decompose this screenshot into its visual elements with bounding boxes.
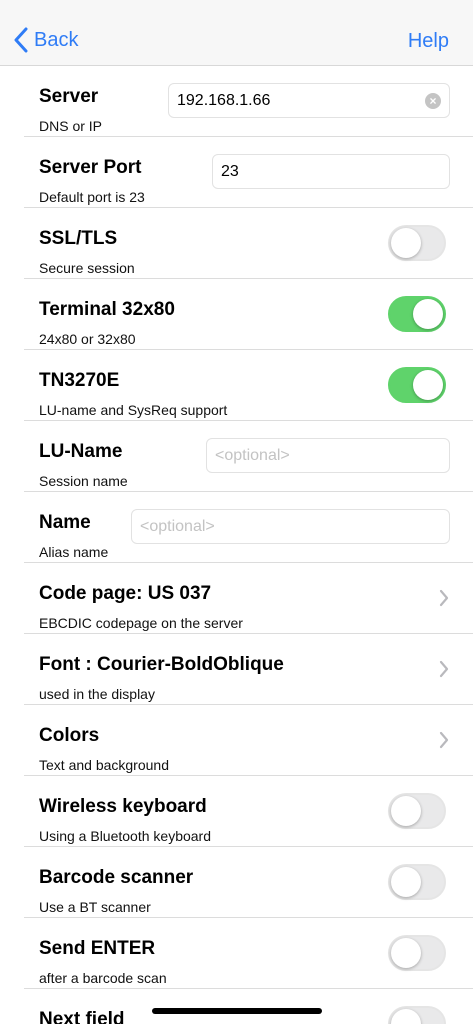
row-title: Server <box>39 86 99 107</box>
row-title: Colors <box>39 725 100 746</box>
row-title: Barcode scanner <box>39 867 194 888</box>
row-subtitle: 24x80 or 32x80 <box>39 331 136 347</box>
toggle-switch[interactable] <box>388 225 446 261</box>
chevron-right-icon <box>439 731 449 754</box>
row-title: Send ENTER <box>39 938 156 959</box>
chevron-right-icon <box>439 660 449 683</box>
field-value: 23 <box>221 162 239 180</box>
row-subtitle: LU-name and SysReq support <box>39 402 228 418</box>
text-field[interactable]: 192.168.1.66 × <box>168 83 450 118</box>
settings-row: Next field <box>24 989 473 1024</box>
toggle-switch[interactable] <box>388 935 446 971</box>
toggle-knob <box>391 228 421 258</box>
back-label: Back <box>34 28 79 51</box>
settings-row: Barcode scanner Use a BT scanner <box>24 847 473 918</box>
toggle-switch[interactable] <box>388 1006 446 1024</box>
home-indicator <box>152 1008 322 1014</box>
field-value: 192.168.1.66 <box>177 91 271 109</box>
settings-row: Server Port Default port is 23 23 <box>24 137 473 208</box>
text-field[interactable]: <optional> <box>206 438 450 473</box>
toggle-knob <box>391 938 421 968</box>
row-subtitle: after a barcode scan <box>39 970 167 986</box>
toggle-knob <box>391 796 421 826</box>
chevron-right-icon <box>439 589 449 612</box>
clear-icon[interactable]: × <box>425 93 441 109</box>
settings-row: Server DNS or IP 192.168.1.66 × <box>24 66 473 137</box>
settings-row: TN3270E LU-name and SysReq support <box>24 350 473 421</box>
row-title: TN3270E <box>39 370 120 391</box>
toggle-switch[interactable] <box>388 367 446 403</box>
settings-row: Terminal 32x80 24x80 or 32x80 <box>24 279 473 350</box>
row-title: Name <box>39 512 91 533</box>
settings-row: Send ENTER after a barcode scan <box>24 918 473 989</box>
row-title: SSL/TLS <box>39 228 118 249</box>
row-subtitle: Using a Bluetooth keyboard <box>39 828 211 844</box>
toggle-knob <box>391 867 421 897</box>
row-subtitle: Default port is 23 <box>39 189 145 205</box>
toggle-switch[interactable] <box>388 296 446 332</box>
row-subtitle: Alias name <box>39 544 109 560</box>
row-title: Server Port <box>39 157 142 178</box>
settings-row[interactable]: Colors Text and background <box>24 705 473 776</box>
row-title: Font : Courier-BoldOblique <box>39 654 284 675</box>
row-subtitle: used in the display <box>39 686 155 702</box>
settings-row[interactable]: Font : Courier-BoldOblique used in the di… <box>24 634 473 705</box>
field-placeholder: <optional> <box>140 517 215 535</box>
row-subtitle: Session name <box>39 473 128 489</box>
back-button[interactable]: Back <box>14 26 78 54</box>
settings-row: LU-Name Session name <optional> <box>24 421 473 492</box>
toggle-switch[interactable] <box>388 793 446 829</box>
row-subtitle: Text and background <box>39 757 169 773</box>
row-subtitle: Use a BT scanner <box>39 899 151 915</box>
row-title: Wireless keyboard <box>39 796 207 817</box>
toggle-knob <box>413 370 443 400</box>
settings-row[interactable]: Code page: US 037 EBCDIC codepage on the … <box>24 563 473 634</box>
row-subtitle: DNS or IP <box>39 118 103 134</box>
toggle-knob <box>391 1009 421 1024</box>
row-title: Terminal 32x80 <box>39 299 175 320</box>
field-placeholder: <optional> <box>215 446 290 464</box>
text-field[interactable]: <optional> <box>131 509 450 544</box>
row-title: Next field <box>39 1009 125 1024</box>
row-subtitle: Secure session <box>39 260 135 276</box>
text-field[interactable]: 23 <box>212 154 450 189</box>
row-title: LU-Name <box>39 441 123 462</box>
row-subtitle: EBCDIC codepage on the server <box>39 615 243 631</box>
toggle-knob <box>413 299 443 329</box>
settings-row: SSL/TLS Secure session <box>24 208 473 279</box>
settings-row: Wireless keyboard Using a Bluetooth keybo… <box>24 776 473 847</box>
settings-row: Name Alias name <optional> <box>24 492 473 563</box>
help-button[interactable]: Help <box>408 30 449 53</box>
navigation-bar: Back Help <box>0 0 473 66</box>
chevron-left-icon <box>14 27 28 53</box>
row-title: Code page: US 037 <box>39 583 212 604</box>
settings-list: Server DNS or IP 192.168.1.66 × Server Port D… <box>0 66 473 1024</box>
toggle-switch[interactable] <box>388 864 446 900</box>
